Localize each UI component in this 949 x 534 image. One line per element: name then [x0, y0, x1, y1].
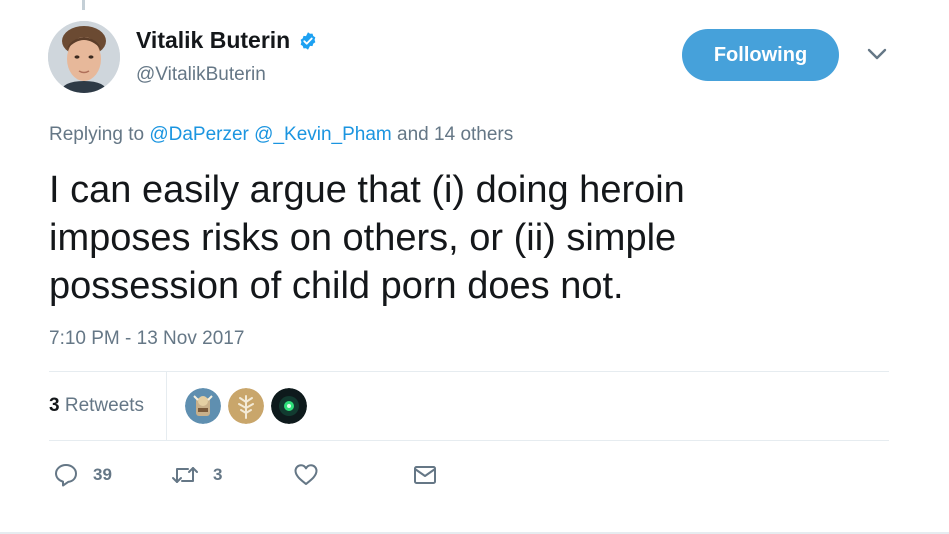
divider	[49, 440, 889, 441]
like-action[interactable]	[293, 462, 319, 488]
others-count-link[interactable]: and 14 others	[397, 124, 513, 145]
author-display-name[interactable]: Vitalik Buterin	[136, 27, 290, 54]
retweet-count: 3	[213, 465, 223, 484]
tweet-text: I can easily argue that (i) doing heroin…	[49, 169, 685, 307]
retweeter-avatar[interactable]	[271, 388, 307, 424]
following-button[interactable]: Following	[682, 29, 839, 81]
chevron-down-icon[interactable]	[866, 46, 888, 62]
replying-to-prefix: Replying to	[49, 124, 145, 145]
reply-action[interactable]: 39	[53, 462, 112, 488]
author-avatar[interactable]	[48, 21, 120, 93]
retweets-count: 3	[49, 395, 60, 416]
mention-link[interactable]: @DaPerzer	[149, 124, 249, 145]
reply-icon	[55, 464, 77, 487]
retweets-label: Retweets	[64, 395, 145, 416]
retweeter-avatar[interactable]	[185, 388, 221, 424]
message-icon	[414, 466, 436, 484]
divider	[49, 371, 889, 372]
retweet-icon	[172, 467, 198, 483]
reply-count: 39	[93, 465, 112, 484]
author-handle[interactable]: @VitalikButerin	[136, 64, 266, 86]
stats-divider	[166, 372, 167, 441]
verified-badge-icon	[300, 31, 316, 50]
replying-to-line: Replying to @DaPerzer @_Kevin_Pham and 1…	[49, 124, 513, 146]
direct-message-action[interactable]	[412, 462, 438, 488]
mention-link[interactable]: @_Kevin_Pham	[254, 124, 392, 145]
thread-connector-line	[82, 0, 85, 10]
tweet-timestamp[interactable]: 7:10 PM - 13 Nov 2017	[49, 328, 244, 350]
like-icon	[294, 464, 318, 485]
retweets-stat[interactable]: 3 Retweets	[49, 395, 144, 417]
retweeter-avatar[interactable]	[228, 388, 264, 424]
retweet-action[interactable]: 3	[171, 462, 222, 488]
